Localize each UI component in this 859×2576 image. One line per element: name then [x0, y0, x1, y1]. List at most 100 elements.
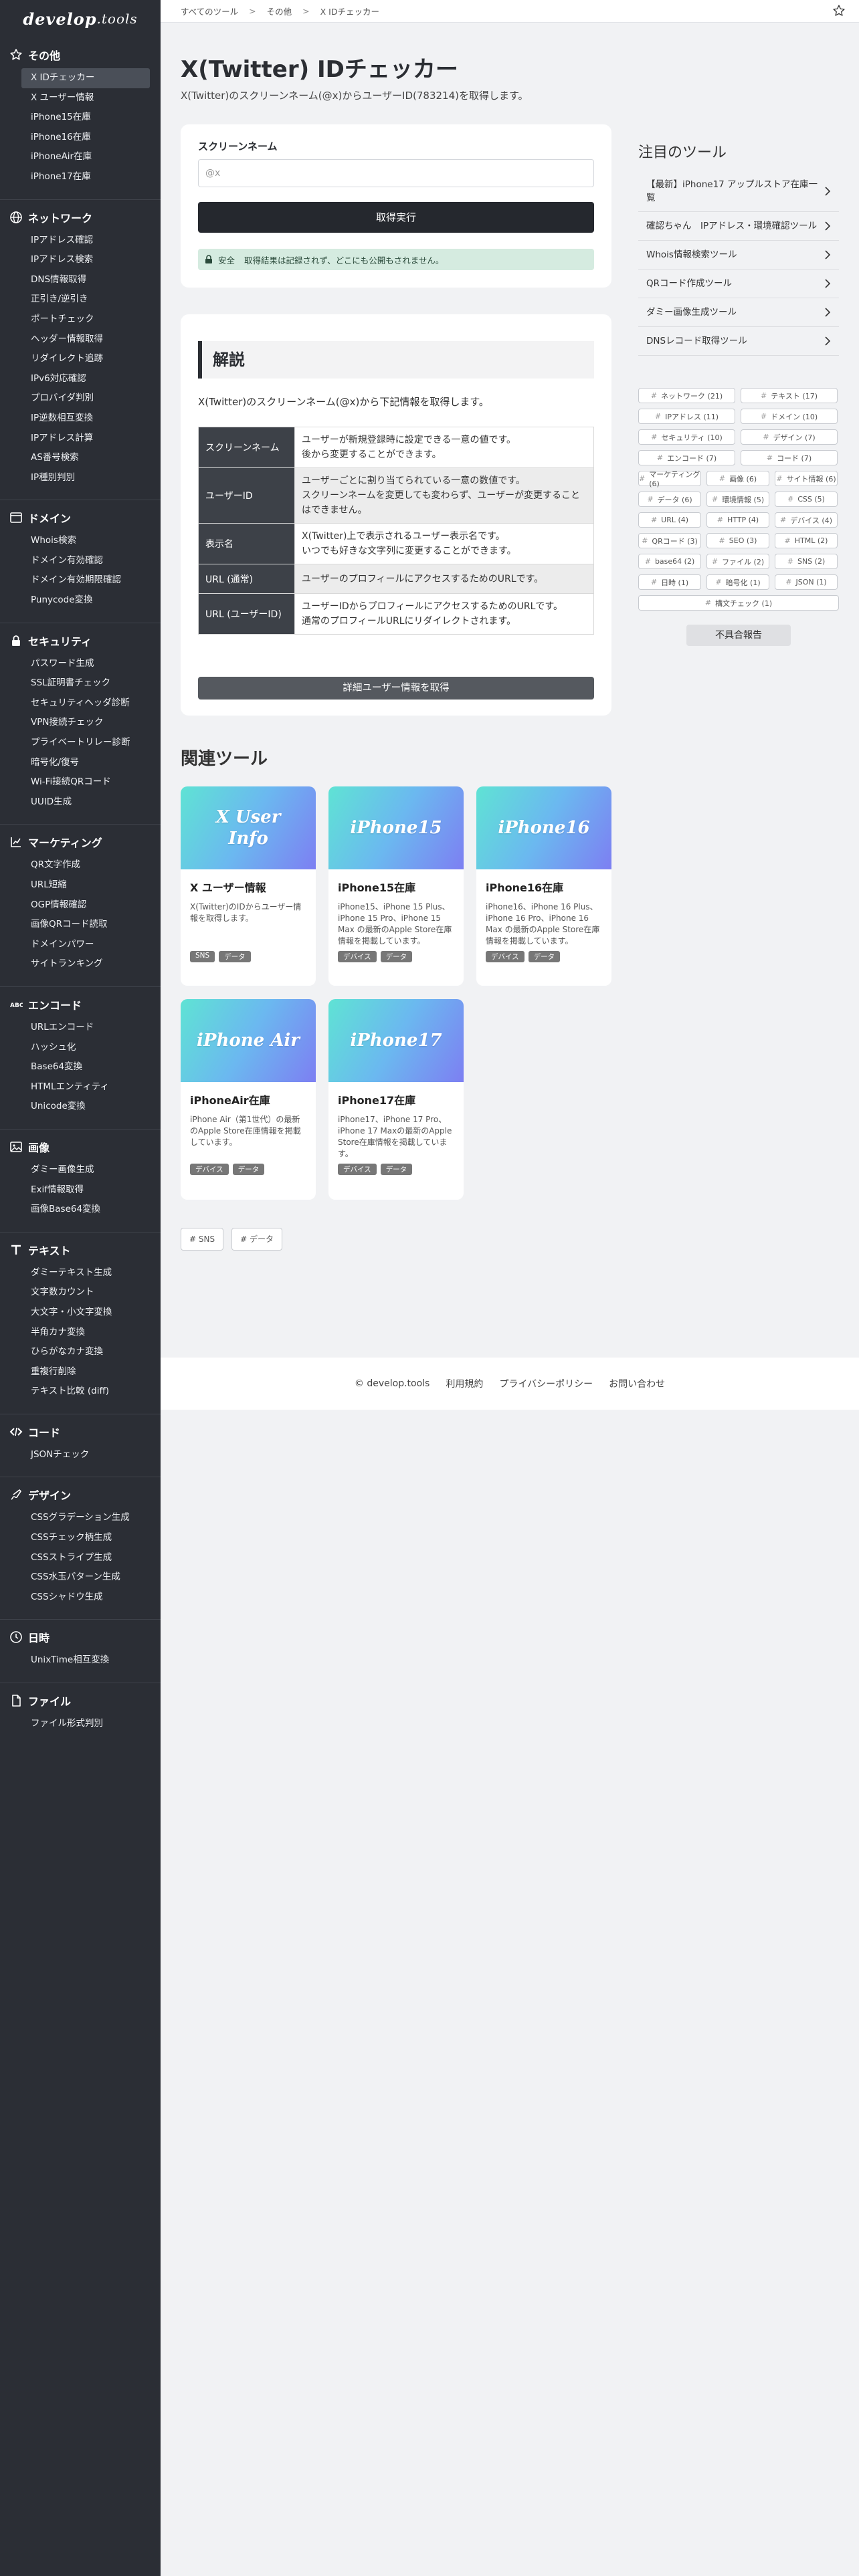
- sidebar-item[interactable]: 重複行削除: [0, 1362, 161, 1382]
- sidebar-item[interactable]: プライベートリレー診断: [0, 733, 161, 753]
- tag-link[interactable]: # CSS (5): [775, 492, 838, 507]
- sidebar-item[interactable]: AS番号検索: [0, 448, 161, 468]
- sidebar-item[interactable]: iPhoneAir在庫: [0, 147, 161, 167]
- tag-link[interactable]: # マーケティング (6): [638, 470, 701, 488]
- related-tool-card[interactable]: iPhone17 iPhone17在庫 iPhone17、iPhone 17 Pro…: [328, 999, 464, 1200]
- sidebar-item[interactable]: セキュリティヘッダ診断: [0, 693, 161, 714]
- featured-tool-link[interactable]: Whois情報検索ツール: [638, 241, 839, 270]
- sidebar-item[interactable]: UUID生成: [0, 792, 161, 813]
- tag-link[interactable]: # セキュリティ (10): [638, 429, 735, 445]
- terms-link[interactable]: 利用規約: [446, 1377, 483, 1390]
- sidebar-item[interactable]: CSSシャドウ生成: [0, 1588, 161, 1608]
- sidebar-item[interactable]: ファイル形式判別: [0, 1714, 161, 1734]
- sidebar-item[interactable]: 画像QRコード読取: [0, 915, 161, 935]
- sidebar-item[interactable]: 半角カナ変換: [0, 1323, 161, 1343]
- sidebar-item[interactable]: CSSグラデーション生成: [0, 1508, 161, 1528]
- featured-tool-link[interactable]: DNSレコード取得ツール: [638, 327, 839, 356]
- sidebar-item[interactable]: UnixTime相互変換: [0, 1650, 161, 1671]
- sidebar-item[interactable]: CSSストライプ生成: [0, 1548, 161, 1568]
- sidebar-item[interactable]: QR文字作成: [0, 855, 161, 875]
- featured-tool-link[interactable]: 確認ちゃん IPアドレス・環境確認ツール: [638, 212, 839, 241]
- tag-data[interactable]: # データ: [231, 1228, 282, 1251]
- sidebar-item[interactable]: iPhone15在庫: [0, 108, 161, 128]
- featured-tool-link[interactable]: ダミー画像生成ツール: [638, 298, 839, 327]
- privacy-link[interactable]: プライバシーポリシー: [499, 1377, 593, 1390]
- sidebar-item[interactable]: ひらがなカナ変換: [0, 1342, 161, 1362]
- sidebar-item[interactable]: IPアドレス確認: [0, 231, 161, 251]
- sidebar-item[interactable]: iPhone16在庫: [0, 128, 161, 148]
- sidebar-item[interactable]: リダイレクト追跡: [0, 349, 161, 369]
- tag-link[interactable]: # IPアドレス (11): [638, 409, 735, 424]
- sidebar-item[interactable]: ダミー画像生成: [0, 1160, 161, 1180]
- submit-button[interactable]: 取得実行: [198, 202, 594, 233]
- sidebar-item[interactable]: CSS水玉パターン生成: [0, 1568, 161, 1588]
- sidebar-item[interactable]: IP逆数相互変換: [0, 409, 161, 429]
- sidebar-item[interactable]: Unicode変換: [0, 1097, 161, 1117]
- sidebar-item[interactable]: ドメインパワー: [0, 935, 161, 955]
- tag-link[interactable]: # SNS (2): [775, 554, 838, 569]
- tag-link[interactable]: # 構文チェック (1): [638, 595, 839, 611]
- sidebar-item[interactable]: サイトランキング: [0, 954, 161, 974]
- contact-link[interactable]: お問い合わせ: [609, 1377, 665, 1390]
- sidebar-item[interactable]: ドメイン有効確認: [0, 551, 161, 571]
- tag-link[interactable]: # ドメイン (10): [741, 409, 838, 424]
- sidebar-item[interactable]: SSL証明書チェック: [0, 673, 161, 693]
- sidebar-item[interactable]: Whois検索: [0, 531, 161, 551]
- sidebar-item[interactable]: ヘッダー情報取得: [0, 330, 161, 350]
- sidebar-item[interactable]: プロバイダ判別: [0, 389, 161, 409]
- tag-link[interactable]: # コード (7): [741, 450, 838, 465]
- sidebar-item[interactable]: 大文字・小文字変換: [0, 1303, 161, 1323]
- related-tool-card[interactable]: X User Info X ユーザー情報 X(Twitter)のIDからユーザー情報を…: [181, 786, 316, 986]
- sidebar-item[interactable]: DNS情報取得: [0, 270, 161, 290]
- sidebar-item[interactable]: Wi-Fi接続QRコード: [0, 772, 161, 792]
- screen-name-input[interactable]: @x: [198, 159, 594, 187]
- sidebar-item[interactable]: CSSチェック柄生成: [0, 1528, 161, 1548]
- sidebar-item[interactable]: 画像Base64変換: [0, 1200, 161, 1220]
- related-tool-card[interactable]: iPhone15 iPhone15在庫 iPhone15、iPhone 15 Plu…: [328, 786, 464, 986]
- featured-tool-link[interactable]: QRコード作成ツール: [638, 270, 839, 298]
- featured-tool-link[interactable]: 【最新】iPhone17 アップルストア在庫一覧: [638, 171, 839, 212]
- favorite-star-icon[interactable]: [832, 4, 846, 17]
- tag-link[interactable]: # HTTP (4): [706, 512, 769, 528]
- tag-link[interactable]: # サイト情報 (6): [775, 471, 838, 486]
- tag-link[interactable]: # デザイン (7): [741, 429, 838, 445]
- tag-link[interactable]: # デバイス (4): [775, 512, 838, 528]
- tag-link[interactable]: # HTML (2): [775, 533, 838, 548]
- tag-link[interactable]: # base64 (2): [638, 554, 701, 569]
- sidebar-item[interactable]: IPアドレス計算: [0, 429, 161, 449]
- related-tool-card[interactable]: iPhone Air iPhoneAir在庫 iPhone Air（第1世代）の最新…: [181, 999, 316, 1200]
- tag-link[interactable]: # SEO (3): [706, 533, 769, 548]
- sidebar-item[interactable]: ダミーテキスト生成: [0, 1263, 161, 1283]
- tag-link[interactable]: # テキスト (17): [741, 388, 838, 403]
- detail-user-info-button[interactable]: 詳細ユーザー情報を取得: [198, 677, 594, 700]
- tag-link[interactable]: # 環境情報 (5): [706, 492, 769, 507]
- sidebar-item[interactable]: URLエンコード: [0, 1018, 161, 1038]
- tag-link[interactable]: # JSON (1): [775, 574, 838, 590]
- tag-link[interactable]: # 暗号化 (1): [706, 574, 769, 590]
- tag-sns[interactable]: # SNS: [181, 1228, 224, 1251]
- sidebar-item[interactable]: JSONチェック: [0, 1445, 161, 1465]
- site-logo[interactable]: develop .tools: [0, 0, 161, 37]
- tag-link[interactable]: # エンコード (7): [638, 450, 735, 465]
- sidebar-item[interactable]: Base64変換: [0, 1057, 161, 1077]
- sidebar-item[interactable]: Punycode変換: [0, 591, 161, 611]
- bug-report-button[interactable]: 不具合報告: [686, 625, 791, 646]
- tag-link[interactable]: # ファイル (2): [706, 554, 769, 569]
- tag-link[interactable]: # QRコード (3): [638, 533, 701, 548]
- sidebar-item[interactable]: 文字数カウント: [0, 1283, 161, 1303]
- sidebar-item[interactable]: ドメイン有効期限確認: [0, 570, 161, 591]
- sidebar-item[interactable]: IP種別判別: [0, 468, 161, 488]
- breadcrumb-home[interactable]: すべてのツール: [181, 5, 238, 17]
- tag-link[interactable]: # 画像 (6): [706, 471, 769, 486]
- sidebar-item[interactable]: ポートチェック: [0, 310, 161, 330]
- sidebar-item[interactable]: HTMLエンティティ: [0, 1077, 161, 1097]
- sidebar-item[interactable]: ハッシュ化: [0, 1038, 161, 1058]
- tag-link[interactable]: # URL (4): [638, 512, 701, 528]
- sidebar-item[interactable]: VPN接続チェック: [0, 713, 161, 733]
- sidebar-item[interactable]: IPv6対応確認: [0, 369, 161, 389]
- sidebar-item[interactable]: Exif情報取得: [0, 1180, 161, 1200]
- sidebar-item[interactable]: パスワード生成: [0, 654, 161, 674]
- sidebar-item[interactable]: 暗号化/復号: [0, 753, 161, 773]
- sidebar-item[interactable]: OGP情報確認: [0, 895, 161, 916]
- sidebar-item[interactable]: 正引き/逆引き: [0, 290, 161, 310]
